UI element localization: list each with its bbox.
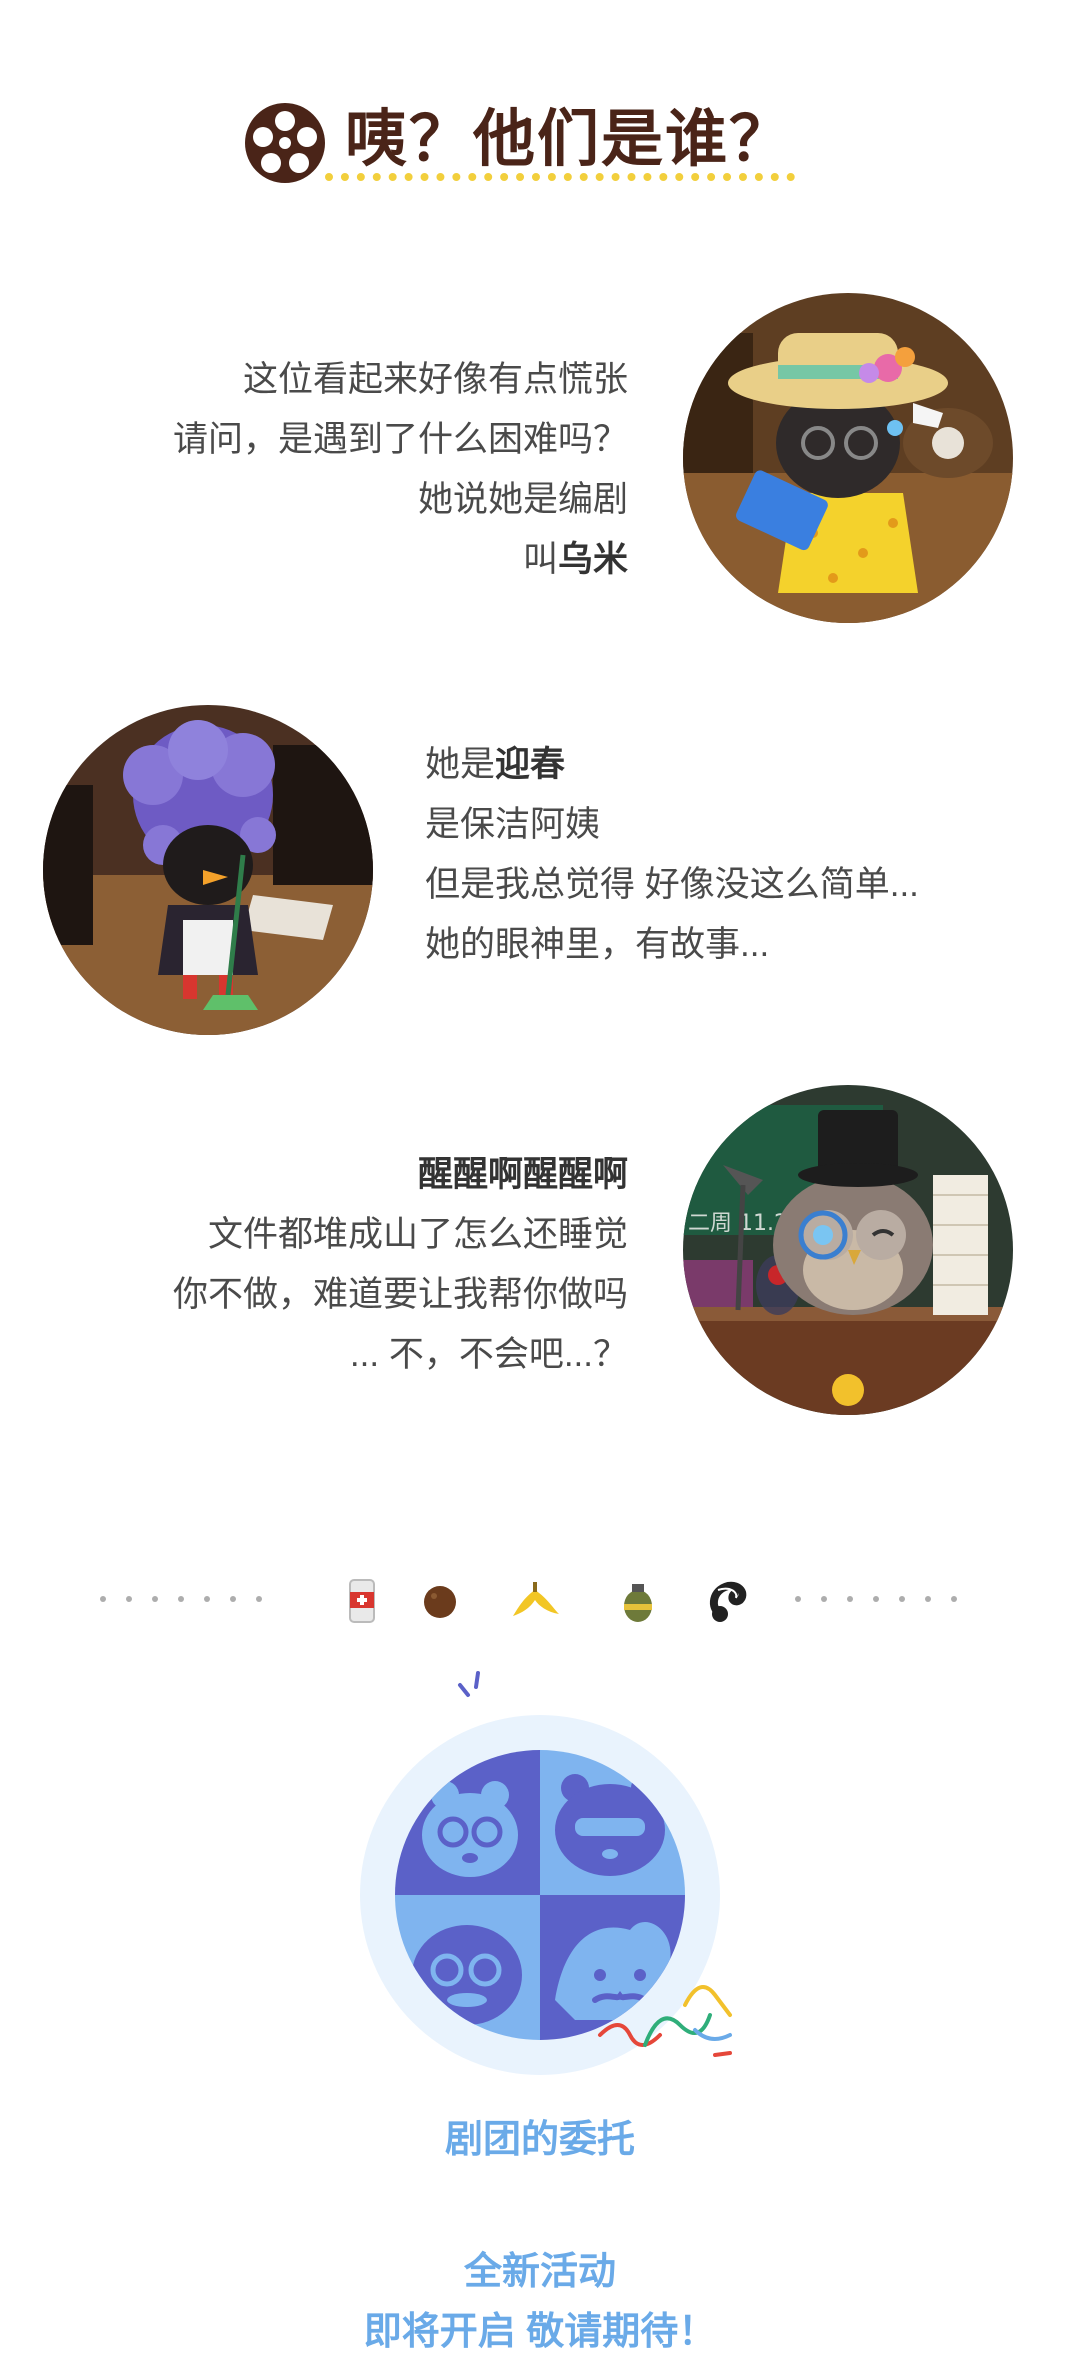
banana-peel-icon: [513, 1582, 559, 1616]
yingchun-description: 她是迎春 是保洁阿姨 但是我总觉得 好像没这么简单... 她的眼神里，有故事..…: [425, 735, 919, 975]
owl-description: 醒醒啊醒醒啊 文件都堆成山了怎么还睡觉 你不做，难道要让我帮你做吗 ... 不，…: [173, 1145, 628, 1385]
owl-heading: 醒醒啊醒醒啊: [417, 1155, 628, 1194]
yingchun-line-3: 她的眼神里，有故事...: [425, 925, 770, 964]
umi-line-3: 她说她是编剧: [417, 480, 628, 519]
owl-portrait: 二周 11.25: [683, 1085, 1013, 1415]
decorative-ticks-left: [100, 1596, 262, 1604]
announcement-line-2: 即将开启 敬请期待！: [363, 2311, 717, 2353]
character-row-yingchun: 她是迎春 是保洁阿姨 但是我总觉得 好像没这么简单... 她的眼神里，有故事..…: [0, 705, 1080, 1045]
umi-portrait: [683, 293, 1013, 623]
sparkle-icon: [458, 1671, 480, 1697]
yingchun-line-2: 但是我总觉得 好像没这么简单...: [425, 865, 919, 904]
yingchun-name-line: 她是迎春: [425, 745, 566, 784]
decorative-ticks-right: [795, 1596, 957, 1604]
can-icon: [349, 1579, 375, 1623]
title-dotted-underline: [325, 173, 795, 181]
confetti-icon: [598, 1985, 732, 2057]
announcement-line-1: 全新活动: [463, 2251, 616, 2293]
badge-name: 剧团的委托: [444, 2119, 635, 2161]
character-row-owl: 醒醒啊醒醒啊 文件都堆成山了怎么还睡觉 你不做，难道要让我帮你做吗 ... 不，…: [0, 1085, 1080, 1425]
yingchun-line-1: 是保洁阿姨: [425, 805, 601, 844]
yingchun-portrait: [43, 705, 373, 1035]
film-reel-icon: [245, 103, 325, 183]
umi-line-2: 请问，是遇到了什么困难吗？: [172, 420, 628, 459]
page-title: 咦？他们是谁？: [345, 105, 794, 174]
umi-description: 这位看起来好像有点慌张 请问，是遇到了什么困难吗？ 她说她是编剧 叫乌米: [173, 350, 628, 590]
umi-line-1: 这位看起来好像有点慌张: [242, 360, 628, 399]
coconut-icon: [424, 1586, 456, 1618]
yingchun-name: 迎春: [495, 745, 566, 784]
skunk-icon: [709, 1581, 747, 1622]
page-header: 咦？他们是谁？: [0, 95, 1080, 195]
owl-line-3: ... 不，不会吧...？: [349, 1335, 628, 1374]
character-row-umi: 这位看起来好像有点慌张 请问，是遇到了什么困难吗？ 她说她是编剧 叫乌米: [0, 290, 1080, 630]
owl-line-2: 你不做，难道要让我帮你做吗: [172, 1275, 628, 1314]
umi-name: 乌米: [557, 540, 628, 579]
owl-line-1: 文件都堆成山了怎么还睡觉: [207, 1215, 628, 1254]
umi-name-line: 叫乌米: [522, 540, 628, 579]
grenade-icon: [624, 1584, 652, 1622]
item-icon-strip: [0, 1570, 1080, 1630]
